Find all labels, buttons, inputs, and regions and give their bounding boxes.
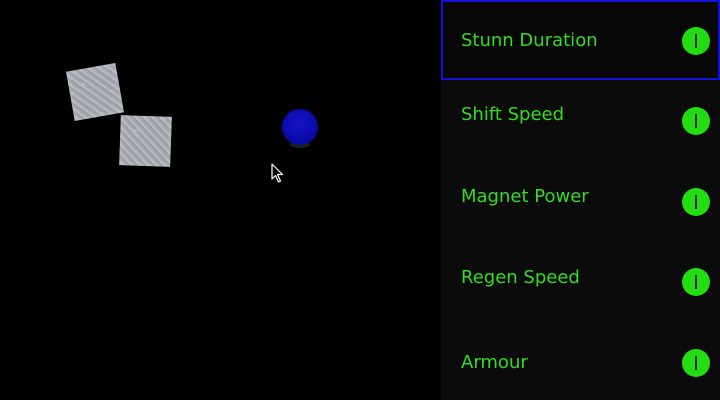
level-bar-icon (695, 275, 697, 289)
upgrade-button[interactable] (682, 268, 710, 296)
upgrade-button[interactable] (682, 349, 710, 377)
upgrade-panel: Stunn Duration Shift Speed Magnet Power … (441, 0, 720, 400)
upgrade-button[interactable] (682, 107, 710, 135)
upgrade-label: Shift Speed (461, 104, 565, 125)
game-field[interactable] (0, 0, 441, 400)
upgrade-magnet-power[interactable]: Magnet Power (441, 160, 720, 240)
upgrade-label: Armour (461, 352, 528, 373)
player-ball (282, 109, 318, 145)
upgrade-button[interactable] (682, 188, 710, 216)
upgrade-label: Regen Speed (461, 267, 580, 288)
level-bar-icon (695, 34, 697, 48)
level-bar-icon (695, 114, 697, 128)
upgrade-label: Stunn Duration (461, 30, 598, 51)
level-bar-icon (695, 356, 697, 370)
metal-crate (66, 63, 124, 121)
mouse-pointer-icon (271, 163, 284, 183)
upgrade-regen-speed[interactable]: Regen Speed (441, 240, 720, 320)
level-bar-icon (695, 195, 697, 209)
upgrade-armour[interactable]: Armour (441, 320, 720, 400)
upgrade-button[interactable] (682, 27, 710, 55)
upgrade-label: Magnet Power (461, 186, 589, 207)
metal-crate (119, 115, 172, 167)
upgrade-shift-speed[interactable]: Shift Speed (441, 80, 720, 160)
upgrade-stunn-duration[interactable]: Stunn Duration (441, 0, 720, 80)
